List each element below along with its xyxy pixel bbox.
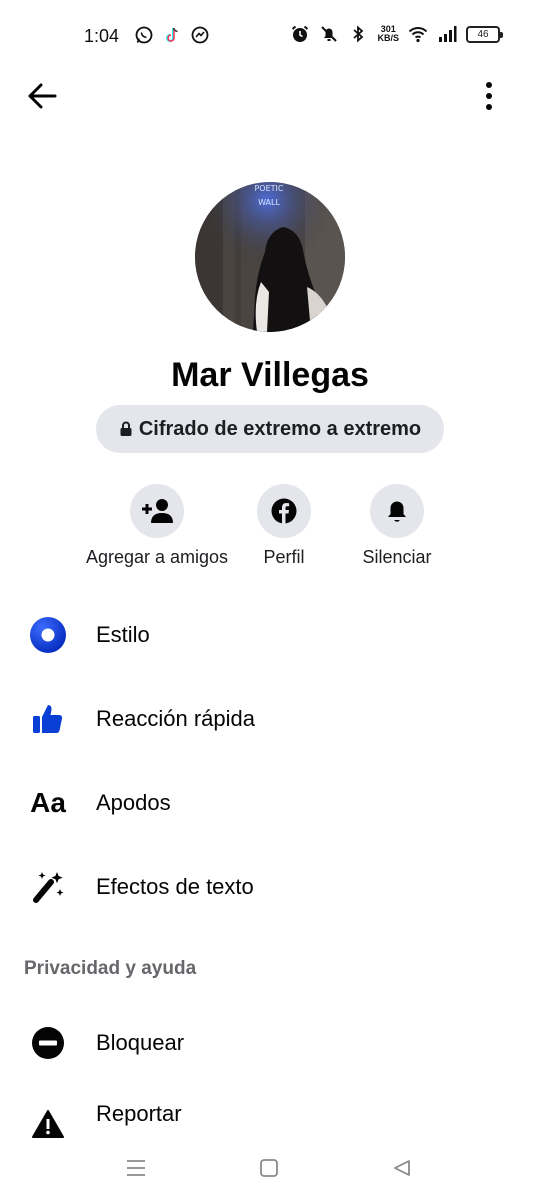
menu-item-theme[interactable]: Estilo [0, 593, 540, 677]
add-friend-circle[interactable] [130, 484, 184, 538]
thumbs-up-icon [28, 699, 68, 739]
menu-label-block: Bloquear [96, 1030, 185, 1055]
privacy-section-header: Privacidad y ayuda [24, 958, 197, 979]
status-system-icons: 301 KB/S 46 [290, 24, 503, 44]
theme-icon [28, 615, 68, 655]
add-friend-icon [142, 499, 173, 523]
menu-item-text-effects[interactable]: Efectos de texto [0, 845, 540, 929]
more-vertical-icon [486, 82, 492, 110]
home-button[interactable] [253, 1154, 285, 1182]
signal-icon [439, 26, 457, 42]
menu-item-block[interactable]: Bloquear [0, 1001, 540, 1085]
profile-avatar[interactable]: POETIC WALL [195, 182, 345, 332]
status-app-icons [134, 25, 210, 45]
menu-label-report: Reportar [96, 1101, 182, 1126]
network-speed: 301 KB/S [377, 25, 399, 43]
tiktok-icon [166, 27, 178, 42]
more-options-button[interactable] [472, 76, 506, 116]
menu-nav-icon [127, 1160, 145, 1176]
mute-icon [321, 26, 338, 42]
alarm-icon [292, 25, 309, 42]
encryption-label: Cifrado de extremo a extremo [138, 417, 422, 440]
back-button[interactable] [22, 76, 62, 116]
battery-indicator: 46 [466, 25, 503, 43]
lock-icon [120, 421, 132, 436]
arrow-left-icon [28, 83, 57, 109]
system-navigation-bar [0, 1140, 540, 1200]
menu-label-quick-reaction: Reacción rápida [96, 706, 255, 731]
facebook-icon [271, 498, 297, 524]
wifi-icon [408, 27, 428, 43]
home-nav-icon [260, 1159, 278, 1177]
network-speed-unit: KB/S [377, 33, 399, 43]
whatsapp-icon [135, 26, 153, 44]
messenger-icon [191, 26, 209, 44]
bell-icon [388, 501, 406, 522]
menu-item-quick-reaction[interactable]: Reacción rápida [0, 677, 540, 761]
avatar-image: POETIC WALL [195, 182, 345, 332]
encryption-badge[interactable]: Cifrado de extremo a extremo [96, 405, 444, 453]
avatar-sign-line1: POETIC [254, 184, 283, 193]
menu-item-report[interactable]: Reportar [0, 1080, 540, 1148]
menu-label-nicknames: Apodos [96, 790, 171, 815]
mute-button[interactable]: Silenciar [307, 484, 487, 568]
mute-label: Silenciar [362, 547, 432, 567]
mute-circle[interactable] [370, 484, 424, 538]
status-bar: 1:04 301 KB/S 46 [0, 0, 540, 72]
bluetooth-icon [353, 25, 364, 43]
block-icon [28, 1023, 68, 1063]
magic-wand-icon [28, 867, 68, 907]
back-nav-icon [394, 1160, 410, 1176]
profile-circle[interactable] [257, 484, 311, 538]
avatar-sign-line2: WALL [258, 198, 280, 207]
status-time: 1:04 [84, 26, 120, 46]
recent-apps-button[interactable] [120, 1154, 152, 1182]
warning-icon [28, 1104, 68, 1144]
profile-name: Mar Villegas [171, 356, 369, 394]
menu-label-theme: Estilo [96, 622, 150, 647]
profile-label: Perfil [263, 547, 305, 567]
menu-label-text-effects: Efectos de texto [96, 874, 254, 899]
menu-item-nicknames[interactable]: Aa Apodos [0, 761, 540, 845]
aa-text-icon: Aa [30, 787, 66, 818]
system-back-button[interactable] [386, 1154, 418, 1182]
